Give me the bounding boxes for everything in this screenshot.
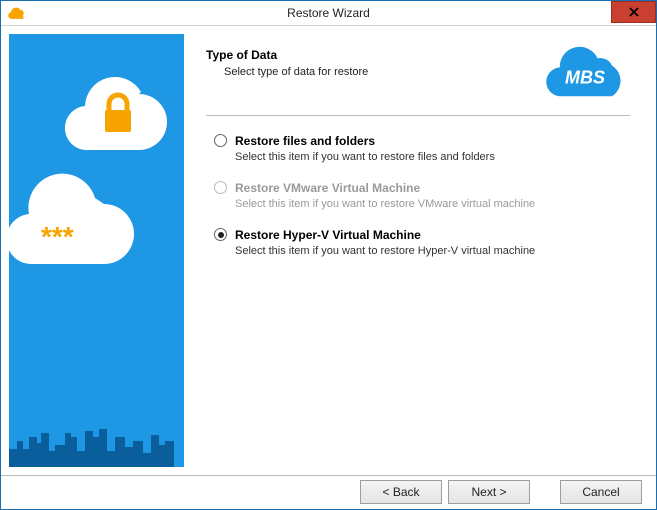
app-icon: [7, 3, 27, 23]
option-restore-vmware: Restore VMware Virtual Machine Select th…: [214, 181, 630, 210]
titlebar: Restore Wizard: [1, 1, 656, 26]
option-label: Restore VMware Virtual Machine: [235, 181, 420, 195]
header-row: Type of Data Select type of data for res…: [206, 48, 630, 101]
window-title: Restore Wizard: [1, 6, 656, 20]
wizard-body: *** Type of Data Select type of data for…: [1, 26, 656, 475]
svg-text:MBS: MBS: [565, 67, 605, 87]
options-group: Restore files and folders Select this it…: [206, 134, 630, 275]
sidebar-illustration: ***: [9, 34, 184, 467]
brand-logo: MBS: [540, 44, 630, 101]
next-button[interactable]: Next >: [448, 480, 530, 504]
wizard-footer: < Back Next > Cancel: [1, 475, 656, 509]
radio-restore-files[interactable]: [214, 134, 227, 147]
option-desc: Select this item if you want to restore …: [235, 245, 630, 257]
option-label: Restore files and folders: [235, 134, 375, 148]
cancel-button[interactable]: Cancel: [560, 480, 642, 504]
option-restore-hyperv: Restore Hyper-V Virtual Machine Select t…: [214, 228, 630, 257]
header-text: Type of Data Select type of data for res…: [206, 48, 540, 78]
option-restore-files: Restore files and folders Select this it…: [214, 134, 630, 163]
page-title: Type of Data: [206, 48, 540, 62]
radio-restore-vmware: [214, 181, 227, 194]
option-label: Restore Hyper-V Virtual Machine: [235, 228, 421, 242]
skyline-icon: [9, 427, 184, 467]
back-button[interactable]: < Back: [360, 480, 442, 504]
option-desc: Select this item if you want to restore …: [235, 198, 630, 210]
wizard-main: Type of Data Select type of data for res…: [184, 34, 648, 467]
radio-restore-hyperv[interactable]: [214, 228, 227, 241]
divider: [206, 115, 630, 116]
svg-text:***: ***: [41, 221, 74, 252]
option-desc: Select this item if you want to restore …: [235, 151, 630, 163]
page-subtitle: Select type of data for restore: [224, 66, 540, 78]
close-button[interactable]: [611, 1, 656, 23]
restore-wizard-window: Restore Wizard ***: [0, 0, 657, 510]
cloud-illustration: ***: [9, 34, 184, 464]
